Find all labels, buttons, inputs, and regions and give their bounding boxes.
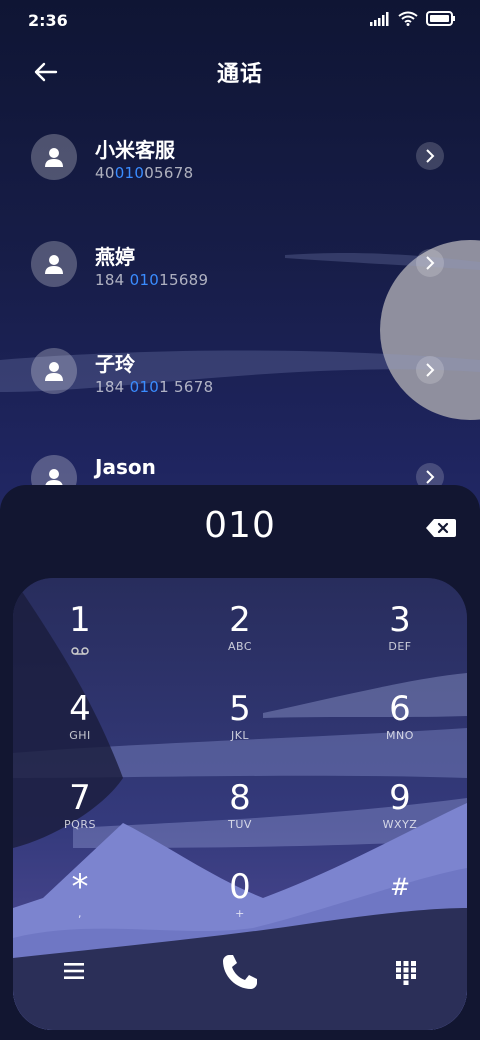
dialer-sheet: 010 1 2 ABC 3 DEF 4 GHI 5 JKL 6 MNO 7 PQ… — [0, 485, 480, 1040]
contact-detail-button[interactable] — [416, 142, 444, 170]
contact-detail-button[interactable] — [416, 249, 444, 277]
dialed-number: 010 — [204, 505, 276, 546]
voicemail-icon — [71, 647, 89, 655]
keypad-icon[interactable] — [396, 961, 416, 985]
status-time: 2:36 — [28, 11, 68, 30]
menu-icon[interactable] — [63, 962, 85, 980]
person-icon — [45, 255, 63, 274]
key-2[interactable]: 2 ABC — [180, 600, 300, 680]
status-bar: 2:36 — [0, 0, 480, 40]
contact-row[interactable]: 小米客服 4001005678 — [0, 108, 480, 208]
key-9[interactable]: 9 WXYZ — [340, 778, 460, 858]
wifi-icon — [398, 11, 418, 26]
contact-number: 4001005678 — [95, 164, 194, 182]
contact-row[interactable]: 子玲 184 0101 5678 — [0, 322, 480, 422]
key-4[interactable]: 4 GHI — [20, 689, 140, 769]
chevron-right-icon — [426, 149, 435, 163]
key-hash[interactable]: # — [340, 867, 460, 947]
key-6[interactable]: 6 MNO — [340, 689, 460, 769]
contact-name: Jason — [95, 455, 156, 479]
chevron-right-icon — [426, 363, 435, 377]
header: 通话 — [0, 48, 480, 96]
avatar — [31, 134, 77, 180]
key-1[interactable]: 1 — [20, 600, 140, 680]
key-3[interactable]: 3 DEF — [340, 600, 460, 680]
phone-icon[interactable] — [220, 952, 260, 992]
contact-detail-button[interactable] — [416, 356, 444, 384]
contact-name: 子玲 — [95, 352, 135, 376]
page-title: 通话 — [216, 62, 263, 87]
avatar — [31, 348, 77, 394]
key-7[interactable]: 7 PQRS — [20, 778, 140, 858]
contact-number: 184 0101 5678 — [95, 378, 214, 396]
key-0[interactable]: 0 + — [180, 867, 300, 947]
backspace-icon[interactable] — [425, 517, 457, 539]
chevron-right-icon — [426, 470, 435, 484]
contact-name: 小米客服 — [95, 138, 175, 162]
contact-row[interactable]: 燕婷 184 01015689 — [0, 215, 480, 315]
battery-icon — [426, 11, 455, 26]
person-icon — [45, 148, 63, 167]
key-star[interactable]: * , — [20, 867, 140, 947]
key-8[interactable]: 8 TUV — [180, 778, 300, 858]
key-5[interactable]: 5 JKL — [180, 689, 300, 769]
person-icon — [45, 362, 63, 381]
dial-pad: 1 2 ABC 3 DEF 4 GHI 5 JKL 6 MNO 7 PQRS 8… — [13, 578, 467, 1030]
avatar — [31, 241, 77, 287]
contact-name: 燕婷 — [95, 245, 135, 269]
signal-icon — [370, 11, 389, 26]
chevron-right-icon — [426, 256, 435, 270]
contact-number: 184 01015689 — [95, 271, 209, 289]
